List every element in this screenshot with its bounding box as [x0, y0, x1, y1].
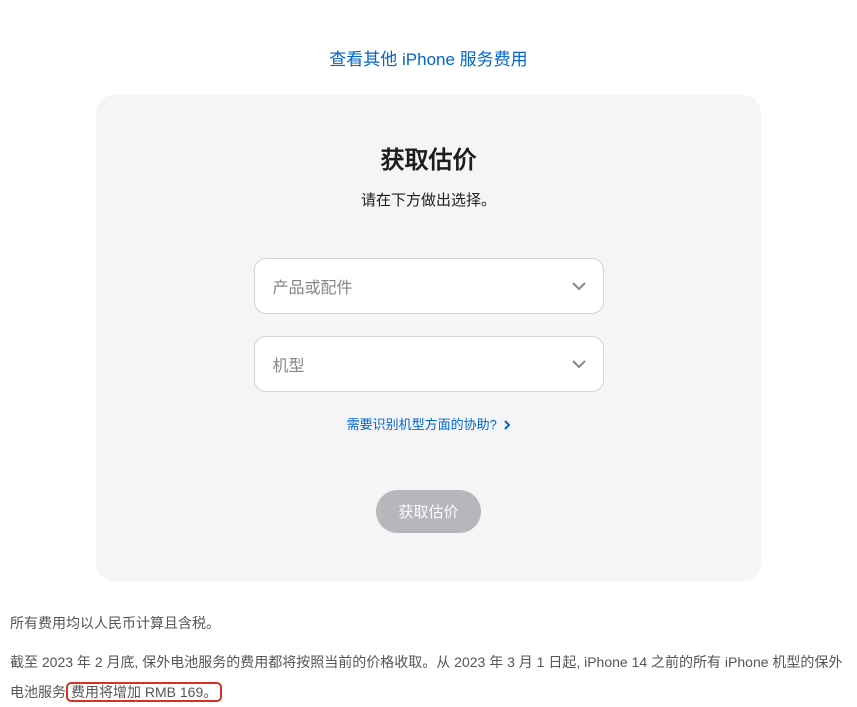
help-link-container: 需要识别机型方面的协助?: [136, 414, 721, 434]
model-select[interactable]: 机型: [254, 336, 604, 392]
card-subtitle: 请在下方做出选择。: [136, 189, 721, 210]
card-title: 获取估价: [136, 140, 721, 175]
footer-line1: 所有费用均以人民币计算且含税。: [10, 609, 847, 638]
chevron-right-icon: [504, 418, 510, 433]
price-increase-highlight: 费用将增加 RMB 169。: [66, 682, 222, 702]
get-estimate-button[interactable]: 获取估价: [376, 490, 480, 533]
estimate-card: 获取估价 请在下方做出选择。 产品或配件 机型 需要识别机型方面的协助? 获取估…: [96, 95, 761, 581]
product-select[interactable]: 产品或配件: [254, 258, 604, 314]
other-services-link[interactable]: 查看其他 iPhone 服务费用: [329, 50, 527, 69]
help-link-text: 需要识别机型方面的协助?: [347, 417, 497, 432]
model-select-wrapper: 机型: [254, 336, 604, 392]
footer-notes: 所有费用均以人民币计算且含税。 截至 2023 年 2 月底, 保外电池服务的费…: [0, 581, 857, 707]
product-select-wrapper: 产品或配件: [254, 258, 604, 314]
top-link-container: 查看其他 iPhone 服务费用: [0, 0, 857, 95]
footer-line2: 截至 2023 年 2 月底, 保外电池服务的费用都将按照当前的价格收取。从 2…: [10, 648, 847, 707]
identify-model-help-link[interactable]: 需要识别机型方面的协助?: [347, 417, 511, 432]
